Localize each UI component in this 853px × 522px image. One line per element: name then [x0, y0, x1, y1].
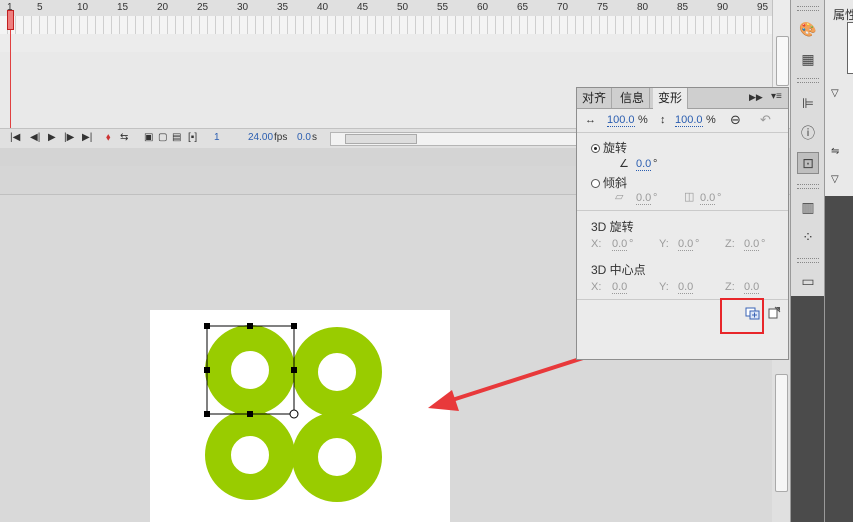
dock-empty-area — [791, 296, 824, 522]
panel-dock: 🎨 ▦ ⊫ ⓘ ⊡ ▥ ⁘ ▭ — [790, 0, 825, 522]
skew-vertical-icon: ◫ — [684, 191, 695, 203]
scale-height-value[interactable]: 100.0 — [675, 114, 703, 127]
skew-horizontal-icon: ▱ — [615, 191, 624, 203]
transform-handle[interactable] — [291, 367, 297, 373]
skew-horizontal-value[interactable]: 0.0 — [636, 192, 652, 205]
axis-z-label: Z: — [725, 281, 735, 293]
collapse-panel-icon[interactable]: ▶▶ — [749, 92, 763, 103]
tab-align[interactable]: 对齐 — [577, 88, 613, 108]
transform-handle[interactable] — [291, 323, 297, 329]
transform-handle[interactable] — [247, 411, 253, 417]
constrain-link-icon[interactable]: ⊖ — [730, 112, 741, 128]
reset-transform-icon[interactable] — [768, 306, 782, 320]
skew-vertical-value[interactable]: 0.0 — [700, 192, 716, 205]
dock-grip[interactable] — [797, 78, 819, 83]
axis-y-label: Y: — [659, 281, 669, 293]
panel-tab-bar: 对齐 信息 变形 ▶▶ ▾≡ — [577, 88, 788, 109]
rotation-3d-y[interactable]: 0.0 — [678, 238, 694, 251]
rotation-3d-x[interactable]: 0.0 — [612, 238, 628, 251]
transform-handle[interactable] — [204, 323, 210, 329]
ring-bottom-left[interactable] — [205, 410, 295, 500]
rotation-3d-label: 3D 旋转 — [591, 220, 634, 234]
scale-width-icon: ↔ — [585, 114, 596, 126]
swatches-icon[interactable]: ▦ — [797, 48, 819, 70]
tab-transform[interactable]: 变形 — [653, 88, 689, 109]
ring-top-right[interactable] — [292, 327, 382, 417]
scale-width-value[interactable]: 100.0 — [607, 114, 635, 127]
properties-title: 属性 — [833, 8, 853, 22]
rotate-value[interactable]: 0.0 — [636, 158, 652, 171]
rotation-3d-z[interactable]: 0.0 — [744, 238, 760, 251]
transform-icon[interactable]: ⊡ — [797, 152, 819, 174]
rotate-radio[interactable] — [591, 144, 600, 153]
highlight-box — [720, 298, 764, 334]
skew-option[interactable]: 倾斜 — [591, 174, 627, 191]
transform-handle[interactable] — [204, 367, 210, 373]
skew-radio[interactable] — [591, 179, 600, 188]
degree-label: ° — [761, 238, 766, 250]
degree-label: ° — [629, 238, 634, 250]
motion-presets-icon[interactable]: ⁘ — [797, 226, 819, 248]
panel-menu-icon[interactable]: ▾≡ — [771, 91, 782, 102]
transform-handle[interactable] — [247, 323, 253, 329]
rotate-label: 旋转 — [603, 141, 628, 155]
info-icon[interactable]: ⓘ — [797, 122, 819, 144]
library-icon[interactable]: ▥ — [797, 196, 819, 218]
properties-empty-area — [825, 196, 853, 522]
axis-x-label: X: — [591, 281, 602, 293]
color-palette-icon[interactable]: 🎨 — [797, 18, 819, 40]
axis-z-label: Z: — [725, 238, 735, 250]
properties-preview — [847, 22, 853, 74]
degree-label: ° — [717, 192, 722, 204]
reset-icon[interactable]: ↶ — [760, 112, 771, 128]
axis-y-label: Y: — [659, 238, 669, 250]
transform-handle[interactable] — [204, 411, 210, 417]
center-3d-z[interactable]: 0.0 — [744, 281, 760, 294]
degree-label: ° — [653, 158, 658, 170]
chevron-down-icon[interactable]: ▽ — [831, 88, 839, 99]
center-3d-x[interactable]: 0.0 — [612, 281, 628, 294]
tab-info[interactable]: 信息 — [615, 88, 651, 108]
percent-label: % — [638, 114, 648, 126]
rotate-option[interactable]: 旋转 — [591, 139, 627, 156]
skew-label: 倾斜 — [603, 176, 628, 190]
scale-height-icon: ↕ — [660, 114, 666, 126]
dock-grip[interactable] — [797, 6, 819, 11]
ring-top-left[interactable] — [205, 325, 295, 415]
degree-label: ° — [653, 192, 658, 204]
project-icon[interactable]: ▭ — [797, 270, 819, 292]
chevron-down-icon[interactable]: ▽ — [831, 174, 839, 185]
properties-panel: 属性 ▽ ⇋ ▽ — [825, 0, 853, 522]
dock-grip[interactable] — [797, 184, 819, 189]
center-3d-y[interactable]: 0.0 — [678, 281, 694, 294]
center-3d-label: 3D 中心点 — [591, 263, 646, 277]
align-icon[interactable]: ⊫ — [797, 92, 819, 114]
scroll-thumb[interactable] — [775, 374, 788, 492]
angle-icon: ∠ — [619, 158, 629, 170]
percent-label: % — [706, 114, 716, 126]
stage-vertical-scrollbar[interactable] — [772, 360, 790, 522]
dock-grip[interactable] — [797, 258, 819, 263]
axis-x-label: X: — [591, 238, 602, 250]
degree-label: ° — [695, 238, 700, 250]
swap-icon[interactable]: ⇋ — [831, 146, 839, 157]
ring-bottom-right[interactable] — [292, 412, 382, 502]
transform-point[interactable] — [289, 409, 299, 419]
